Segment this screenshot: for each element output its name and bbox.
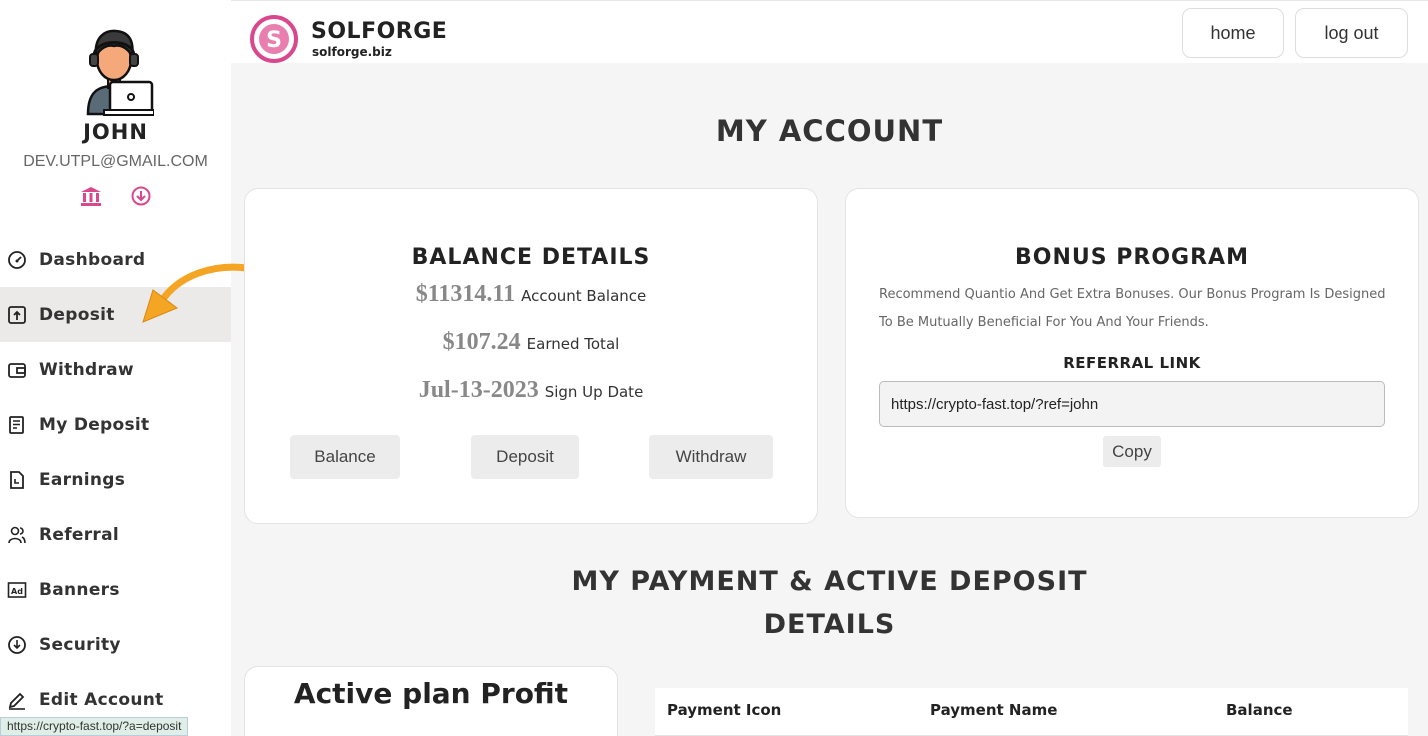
ad-icon: Ad xyxy=(6,579,28,601)
column-header-balance: Balance xyxy=(1226,701,1293,719)
sidebar-item-label: My Deposit xyxy=(39,414,150,435)
bonus-description: Recommend Quantio And Get Extra Bonuses.… xyxy=(879,287,1386,330)
earned-total-value: $107.24 xyxy=(442,329,521,355)
earned-total-label: Earned Total xyxy=(526,335,620,353)
sidebar-item-label: Deposit xyxy=(39,304,115,325)
sidebar-item-my-deposit[interactable]: My Deposit xyxy=(0,397,231,452)
signup-date-value: Jul-13-2023 xyxy=(418,377,539,403)
sidebar-item-label: Edit Account xyxy=(39,689,164,710)
top-header: S SOLFORGE solforge.biz home log out xyxy=(231,0,1428,63)
column-header-payment-name: Payment Name xyxy=(930,701,1058,719)
sidebar-item-label: Security xyxy=(39,634,121,655)
active-plan-profit-title: Active plan Profit xyxy=(293,677,569,710)
brand-domain: solforge.biz xyxy=(312,45,392,59)
bonus-program-card: BONUS PROGRAM Recommend Quantio And Get … xyxy=(845,188,1419,518)
download-circle-icon[interactable] xyxy=(130,185,152,207)
sidebar-item-earnings[interactable]: Earnings xyxy=(0,452,231,507)
sidebar-item-referral[interactable]: Referral xyxy=(0,507,231,562)
logout-button[interactable]: log out xyxy=(1295,8,1408,58)
sidebar: JOHN DEV.UTPL@GMAIL.COM Dashboard Deposi… xyxy=(0,0,231,736)
balance-button[interactable]: Balance xyxy=(290,435,400,479)
balance-details-title: BALANCE DETAILS xyxy=(411,245,651,270)
wallet-icon xyxy=(6,359,28,381)
referral-link-input[interactable] xyxy=(879,381,1385,427)
page-title: MY ACCOUNT xyxy=(715,114,944,148)
column-header-payment-icon: Payment Icon xyxy=(667,701,782,719)
svg-text:S: S xyxy=(266,28,282,53)
account-balance-value: $11314.11 xyxy=(415,281,516,307)
user-quick-icons xyxy=(80,185,152,207)
section-title: MY PAYMENT & ACTIVE DEPOSIT DETAILS xyxy=(231,560,1428,646)
withdraw-button[interactable]: Withdraw xyxy=(649,435,773,479)
home-button[interactable]: home xyxy=(1182,8,1284,58)
account-balance-row: $11314.11 Account Balance xyxy=(245,281,817,308)
copy-button[interactable]: Copy xyxy=(1103,436,1161,467)
brand-name: SOLFORGE xyxy=(311,19,448,44)
deposit-icon xyxy=(6,304,28,326)
user-avatar-icon xyxy=(86,29,154,116)
deposit-button[interactable]: Deposit xyxy=(471,435,579,479)
sidebar-item-label: Earnings xyxy=(39,469,126,490)
sidebar-item-withdraw[interactable]: Withdraw xyxy=(0,342,231,397)
balance-details-card: BALANCE DETAILS $11314.11 Account Balance… xyxy=(244,188,818,524)
sidebar-item-banners[interactable]: Ad Banners xyxy=(0,562,231,617)
signup-date-row: Jul-13-2023 Sign Up Date xyxy=(245,377,817,404)
section-title-line1: MY PAYMENT & ACTIVE DEPOSIT xyxy=(571,566,1088,597)
sidebar-item-security[interactable]: Security xyxy=(0,617,231,672)
security-arrow-icon xyxy=(6,634,28,656)
bank-icon[interactable] xyxy=(80,185,102,207)
users-icon xyxy=(6,524,28,546)
sidebar-item-label: Referral xyxy=(39,524,120,545)
earnings-doc-icon xyxy=(6,469,28,491)
earned-total-row: $107.24 Earned Total xyxy=(245,329,817,356)
status-bar-url: https://crypto-fast.top/?a=deposit xyxy=(0,717,189,736)
document-list-icon xyxy=(6,414,28,436)
account-balance-label: Account Balance xyxy=(521,287,647,305)
referral-link-label: REFERRAL LINK xyxy=(1063,354,1201,372)
solforge-logo-icon: S xyxy=(250,15,298,63)
section-title-line2: DETAILS xyxy=(763,609,896,640)
sidebar-item-label: Banners xyxy=(39,579,120,600)
user-name: JOHN xyxy=(83,120,148,144)
pencil-icon xyxy=(6,689,28,711)
dashboard-gauge-icon xyxy=(6,249,28,271)
pointer-arrow-icon xyxy=(142,263,251,323)
signup-date-label: Sign Up Date xyxy=(544,383,644,401)
user-email: DEV.UTPL@GMAIL.COM xyxy=(23,153,208,170)
sidebar-item-label: Withdraw xyxy=(39,359,134,380)
svg-text:Ad: Ad xyxy=(11,587,23,596)
active-plan-profit-card: Active plan Profit xyxy=(244,666,618,736)
sidebar-item-label: Dashboard xyxy=(39,249,146,270)
payment-table-header: Payment Icon Payment Name Balance xyxy=(655,688,1408,736)
bonus-program-title: BONUS PROGRAM xyxy=(1015,245,1249,270)
